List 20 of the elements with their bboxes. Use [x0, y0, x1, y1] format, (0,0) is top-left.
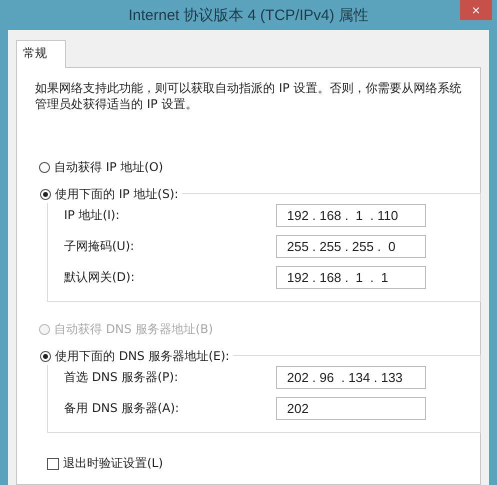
ip-address-field[interactable]: 192 . 168 . 1 . 1 [276, 266, 426, 289]
radio-icon[interactable] [40, 351, 51, 362]
field-label: 首选 DNS 服务器(P): [64, 369, 180, 386]
field-label: 子网掩码(U): [64, 238, 136, 255]
field-label: IP 地址(I): [64, 207, 121, 224]
ip-address-field[interactable]: 255 . 255 . 255 . 0 [276, 235, 426, 258]
radio-icon[interactable] [40, 189, 51, 200]
checkbox-option[interactable]: 退出时验证设置(L) [47, 455, 462, 472]
close-button[interactable]: × [460, 0, 492, 20]
ip-address-field[interactable]: 192 . 168 . 1 . 110 [276, 204, 426, 227]
ip-address-field[interactable]: 202 [276, 397, 426, 420]
description-text: 如果网络支持此功能，则可以获取自动指派的 IP 设置。否则，你需要从网络系统管理员处获得适当的 IP 设置。 [35, 80, 462, 112]
field-label: 备用 DNS 服务器(A): [64, 400, 180, 417]
checkbox-label: 退出时验证设置(L) [63, 455, 164, 472]
checkbox[interactable] [47, 458, 59, 470]
ip-address-field[interactable]: 202 . 96 . 134 . 133 [276, 366, 426, 389]
tab[interactable]: 常规 [16, 40, 66, 68]
field-label: 默认网关(D): [64, 269, 136, 286]
radio-icon[interactable] [39, 162, 50, 173]
window-title: Internet 协议版本 4 (TCP/IPv4) 属性 [128, 6, 369, 24]
